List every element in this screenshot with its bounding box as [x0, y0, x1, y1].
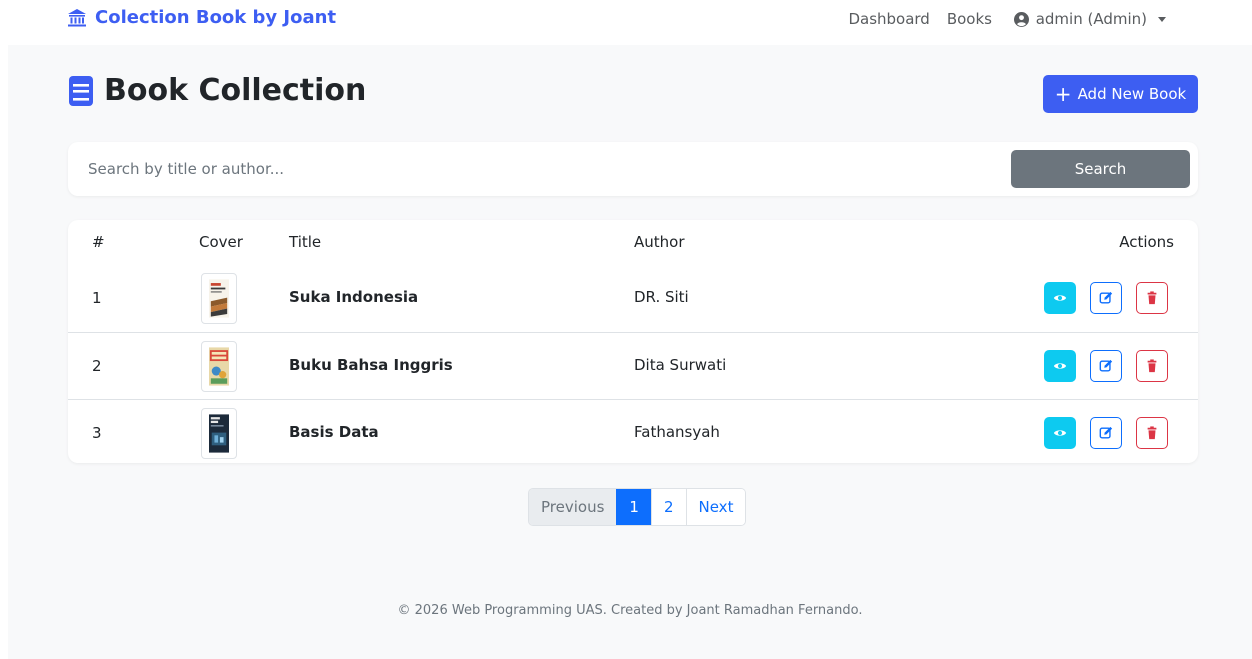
delete-button[interactable] — [1136, 282, 1168, 314]
nav-link-dashboard[interactable]: Dashboard — [848, 10, 929, 28]
view-button[interactable] — [1044, 282, 1076, 314]
brand-text: Colection Book by Joant — [95, 7, 337, 28]
eye-icon — [1053, 295, 1067, 301]
pagination: Previous 1 2 Next — [528, 488, 747, 526]
eye-icon — [1053, 430, 1067, 436]
view-button[interactable] — [1044, 350, 1076, 382]
page-title-text: Book Collection — [104, 73, 367, 108]
book-title: Suka Indonesia — [289, 288, 419, 306]
user-circle-icon — [1013, 11, 1029, 27]
edit-button[interactable] — [1090, 350, 1122, 382]
user-dropdown[interactable]: admin (Admin) — [1013, 10, 1166, 28]
main-content: Book Collection + Add New Book Search # … — [8, 45, 1252, 659]
edit-button[interactable] — [1090, 417, 1122, 449]
header-author: Author — [634, 233, 685, 251]
row-number: 2 — [92, 357, 102, 375]
add-new-book-label: Add New Book — [1077, 85, 1187, 103]
pagination-page-1[interactable]: 1 — [616, 489, 651, 525]
book-author: Fathansyah — [634, 423, 720, 441]
user-name: admin (Admin) — [1035, 10, 1147, 28]
edit-icon — [1099, 426, 1113, 439]
eye-icon — [1053, 363, 1067, 369]
nav-link-books[interactable]: Books — [947, 10, 992, 28]
edit-icon — [1099, 359, 1113, 372]
table-header: # Cover Title Author Actions — [68, 220, 1198, 265]
view-button[interactable] — [1044, 417, 1076, 449]
row-number: 1 — [92, 289, 102, 307]
pagination-page-2[interactable]: 2 — [650, 489, 686, 525]
delete-button[interactable] — [1136, 417, 1168, 449]
row-actions — [1044, 350, 1168, 382]
pagination-next[interactable]: Next — [685, 489, 746, 525]
navbar: Colection Book by Joant Dashboard Books … — [0, 0, 1252, 45]
search-input[interactable] — [78, 150, 998, 188]
row-number: 3 — [92, 424, 102, 442]
book-icon — [69, 75, 93, 106]
table-row: 1 Suka Indonesia DR. Siti — [68, 265, 1198, 332]
book-cover — [201, 273, 237, 324]
trash-icon — [1147, 359, 1157, 373]
page-title: Book Collection — [68, 73, 366, 108]
row-actions — [1044, 417, 1168, 449]
books-table: # Cover Title Author Actions 1 Suka Indo… — [68, 220, 1198, 463]
table-row: 2 Buku Bahsa Inggris Dita Surwati — [68, 332, 1198, 399]
book-cover-image — [209, 279, 229, 318]
book-cover-image — [209, 347, 229, 386]
trash-icon — [1147, 291, 1157, 305]
book-cover — [201, 408, 237, 459]
row-actions — [1044, 282, 1168, 314]
book-cover-image — [209, 414, 229, 453]
header-actions: Actions — [1119, 233, 1174, 251]
footer-text: © 2026 Web Programming UAS. Created by J… — [397, 603, 863, 618]
bank-icon — [68, 8, 86, 26]
pagination-previous[interactable]: Previous — [529, 489, 617, 525]
edit-button[interactable] — [1090, 282, 1122, 314]
edit-icon — [1099, 291, 1113, 304]
book-cover — [201, 341, 237, 392]
book-title: Buku Bahsa Inggris — [289, 356, 453, 374]
delete-button[interactable] — [1136, 350, 1168, 382]
brand-link[interactable]: Colection Book by Joant — [67, 7, 336, 28]
caret-down-icon — [1158, 16, 1166, 22]
book-author: Dita Surwati — [634, 356, 727, 374]
book-author: DR. Siti — [634, 288, 689, 306]
plus-icon: + — [1054, 82, 1072, 106]
header-cover: Cover — [199, 233, 243, 251]
trash-icon — [1147, 426, 1157, 440]
book-title: Basis Data — [289, 423, 379, 441]
table-row: 3 Basis Data Fathansyah — [68, 399, 1198, 463]
nav-links: Dashboard Books — [848, 10, 992, 28]
search-button[interactable]: Search — [1011, 150, 1190, 188]
header-title: Title — [289, 233, 322, 251]
add-new-book-button[interactable]: + Add New Book — [1043, 75, 1198, 113]
header-number: # — [92, 233, 105, 251]
search-card: Search — [68, 142, 1198, 196]
